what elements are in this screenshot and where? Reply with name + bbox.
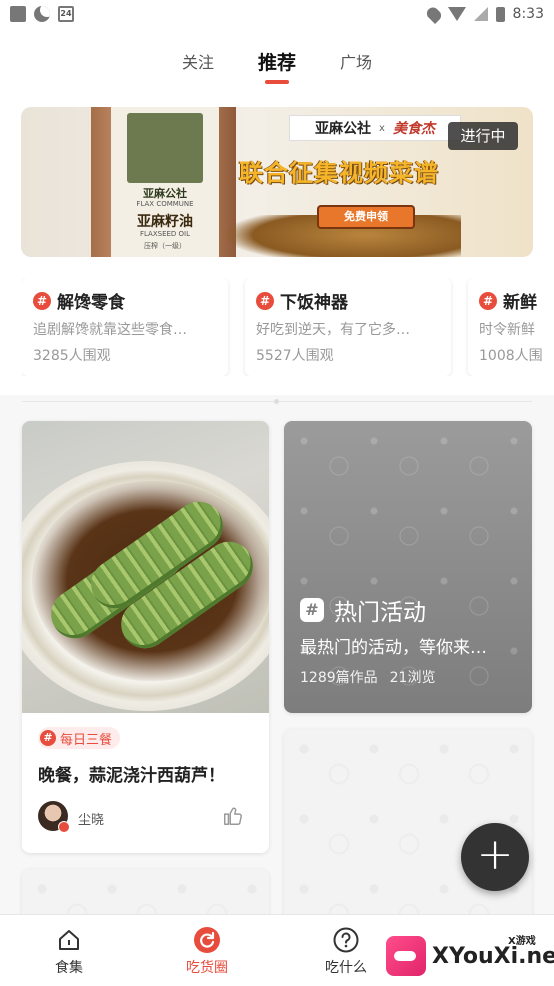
- status-bar: 24 8:33: [0, 0, 554, 28]
- nav-label: 吃什么: [325, 960, 367, 976]
- nav-label: 吃货圈: [186, 960, 228, 976]
- notification-icon: [10, 6, 26, 22]
- feed-post-card[interactable]: # 每日三餐 晚餐，蒜泥浇汁西葫芦！ 尘晓: [22, 421, 269, 853]
- oil-bottle-image: 亚麻公社 FLAX COMMUNE 亚麻籽油 FLAXSEED OIL 压榨（一…: [91, 107, 236, 257]
- location-icon: [424, 4, 444, 24]
- tab-recommend[interactable]: 推荐: [258, 44, 296, 75]
- topic-desc: 好吃到逆天，有了它多…: [256, 322, 410, 338]
- refresh-circle-icon: [194, 927, 220, 953]
- watermark: X游戏 XYouXi.net: [386, 932, 554, 978]
- bottle-label: 亚麻公社 FLAX COMMUNE 亚麻籽油 FLAXSEED OIL 压榨（一…: [111, 107, 219, 257]
- wifi-icon: [447, 7, 466, 21]
- hashtag-icon: #: [300, 598, 324, 622]
- hashtag-icon: #: [256, 291, 274, 310]
- farmer-emblem-icon: [127, 113, 203, 183]
- topic-count: 5527人围观: [256, 348, 334, 364]
- topic-desc: 时令新鲜: [479, 322, 535, 338]
- topic-title: 新鲜: [503, 293, 537, 313]
- topic-card[interactable]: # 新鲜 时令新鲜 1008人围: [468, 278, 554, 376]
- gamepad-logo-icon: [386, 936, 426, 976]
- signal-icon: [473, 7, 488, 21]
- add-post-button[interactable]: +: [461, 823, 529, 891]
- home-icon: [56, 927, 82, 953]
- post-author[interactable]: 尘晓: [78, 809, 104, 828]
- do-not-disturb-icon: [34, 6, 50, 22]
- topic-title: 下饭神器: [280, 293, 348, 313]
- watermark-text: XYouXi.net: [432, 944, 554, 969]
- nav-label: 食集: [55, 960, 83, 976]
- free-apply-button[interactable]: 免费申领: [317, 205, 415, 229]
- partner-1: 亚麻公社: [315, 121, 372, 137]
- post-photo: [22, 421, 269, 713]
- nav-item-shiji[interactable]: 食集: [24, 927, 114, 977]
- activity-views: 21浏览: [389, 670, 436, 686]
- activity-title: 热门活动: [334, 600, 426, 626]
- tab-square[interactable]: 广场: [340, 45, 372, 73]
- post-title: 晚餐，蒜泥浇汁西葫芦！: [38, 766, 225, 786]
- banner-headline: 联合征集视频菜谱: [239, 159, 439, 187]
- status-badge: 进行中: [448, 122, 518, 150]
- bottle-brand-en: FLAX COMMUNE: [136, 200, 194, 208]
- post-tag-label: 每日三餐: [60, 732, 113, 748]
- partner-logos: 亚麻公社 x 美食杰: [289, 115, 461, 141]
- topic-count: 3285人围观: [33, 348, 111, 364]
- topic-count: 1008人围: [479, 348, 543, 364]
- hashtag-icon: #: [40, 730, 56, 746]
- tab-follow[interactable]: 关注: [182, 45, 214, 73]
- question-circle-icon: [333, 927, 359, 953]
- bottle-grade: 压榨（一级）: [144, 242, 186, 250]
- topic-card[interactable]: # 下饭神器 好吃到逆天，有了它多… 5527人围观: [245, 278, 451, 376]
- partner-2: 美食杰: [392, 121, 435, 137]
- post-tag[interactable]: # 每日三餐: [38, 727, 121, 749]
- hashtag-icon: #: [33, 291, 51, 310]
- hashtag-icon: #: [479, 291, 497, 310]
- top-tab-bar: 关注 推荐 广场: [0, 28, 554, 90]
- status-time: 8:33: [512, 6, 544, 22]
- topic-card[interactable]: # 解馋零食 追剧解馋就靠这些零食… 3285人围观: [22, 278, 228, 376]
- nav-item-chishenme[interactable]: 吃什么: [301, 927, 391, 977]
- topic-desc: 追剧解馋就靠这些零食…: [33, 322, 187, 338]
- verified-badge-icon: [58, 821, 70, 833]
- activity-works: 1289篇作品: [300, 670, 378, 686]
- divider-dot: [274, 399, 279, 404]
- nav-item-chihuoquan[interactable]: 吃货圈: [162, 927, 252, 977]
- bottle-product-en: FLAXSEED OIL: [139, 230, 191, 238]
- topic-carousel[interactable]: # 解馋零食 追剧解馋就靠这些零食… 3285人围观 # 下饭神器 好吃到逆天，有了…: [22, 278, 554, 376]
- calendar-icon: 24: [58, 6, 74, 22]
- activity-desc: 最热门的活动，等你来…: [300, 638, 487, 658]
- bottle-brand: 亚麻公社: [143, 187, 187, 200]
- battery-icon: [495, 6, 505, 22]
- topic-title: 解馋零食: [57, 293, 125, 313]
- hot-activity-card[interactable]: # 热门活动 最热门的活动，等你来… 1289篇作品 21浏览: [284, 421, 532, 713]
- thumbs-up-icon[interactable]: [222, 805, 244, 827]
- partner-x: x: [379, 122, 385, 134]
- bottle-product: 亚麻籽油: [137, 214, 193, 230]
